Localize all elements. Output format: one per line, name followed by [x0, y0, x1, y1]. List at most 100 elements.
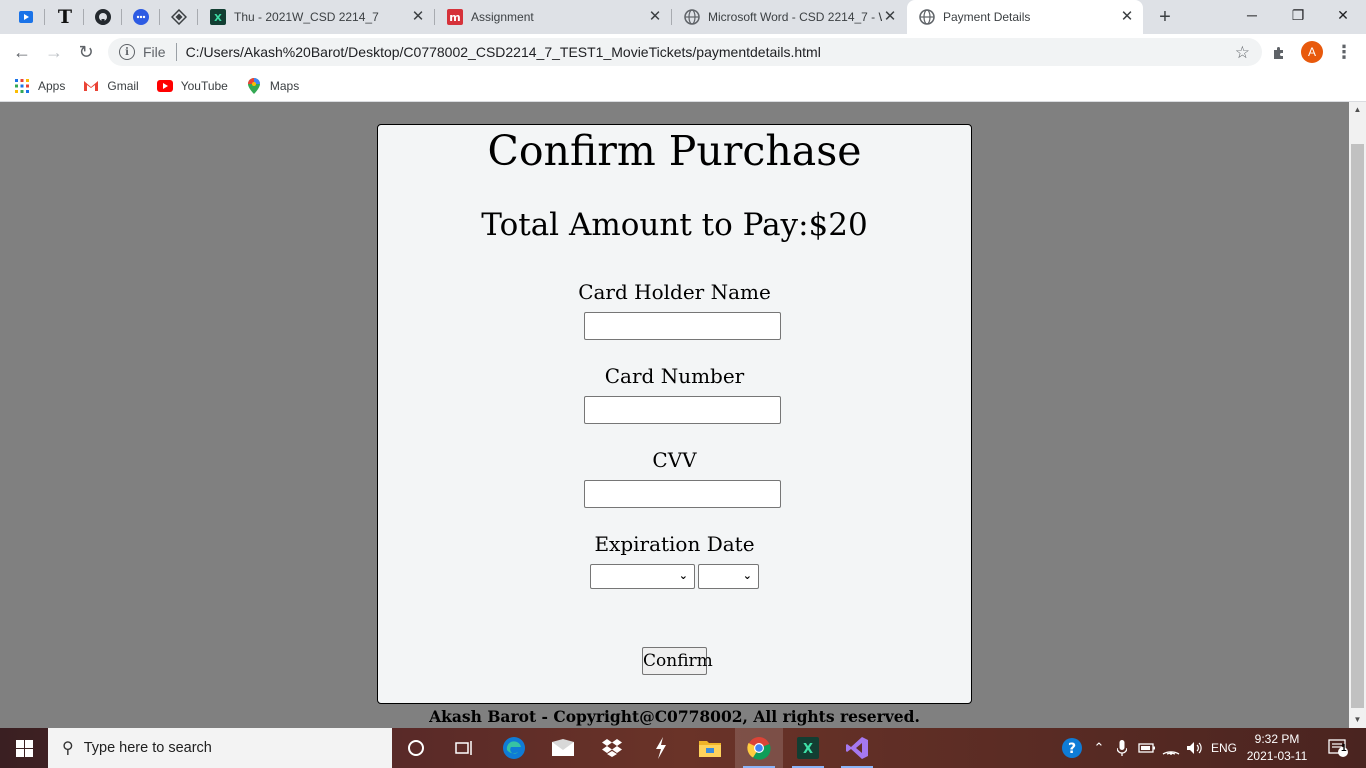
expiration-year-select[interactable]: ⌄ [698, 564, 759, 589]
tab-title: Payment Details [943, 10, 1031, 24]
close-tab-icon[interactable]: ✕ [647, 9, 663, 25]
bookmark-label: Maps [269, 78, 300, 93]
bookmark-apps[interactable]: Apps [14, 78, 65, 94]
video-icon [19, 11, 33, 23]
bookmark-star-icon[interactable]: ☆ [1235, 43, 1250, 63]
back-button[interactable]: ← [8, 38, 36, 66]
search-icon: ⚲ [62, 740, 74, 757]
diamond-logo-icon [171, 9, 187, 25]
info-icon[interactable]: i [119, 44, 135, 60]
scroll-down-arrow-icon[interactable]: ▼ [1349, 712, 1366, 728]
pinned-tab-typora[interactable]: T [51, 5, 79, 29]
taskbar-search-box[interactable]: ⚲ Type here to search [48, 728, 392, 768]
confirm-button[interactable]: Confirm [642, 647, 713, 675]
close-window-button[interactable]: ✕ [1320, 0, 1366, 30]
bookmark-maps[interactable]: Maps [246, 77, 300, 94]
t-logo-icon: T [57, 6, 73, 28]
tab-separator [121, 9, 122, 25]
omnibox-divider [175, 43, 177, 61]
mail-icon[interactable] [539, 728, 587, 768]
cvv-label: CVV [652, 448, 697, 472]
github-icon [95, 9, 111, 25]
close-tab-icon[interactable]: ✕ [410, 9, 426, 25]
task-view-icon[interactable] [440, 728, 488, 768]
chrome-menu-icon[interactable]: ⋮ [1334, 41, 1354, 63]
address-bar[interactable]: i File C:/Users/Akash%20Barot/Desktop/C0… [108, 38, 1262, 66]
svg-text:?: ? [1068, 741, 1076, 757]
new-tab-button[interactable]: + [1154, 6, 1176, 28]
bookmark-label: YouTube [180, 78, 228, 93]
close-tab-icon[interactable]: ✕ [1119, 9, 1135, 25]
help-icon[interactable]: ? [1058, 728, 1086, 768]
battery-icon[interactable] [1136, 728, 1158, 768]
tab-title: Assignment [471, 10, 534, 24]
bookmark-gmail[interactable]: Gmail [83, 78, 139, 94]
maximize-button[interactable]: ❐ [1275, 0, 1321, 30]
url-text[interactable]: C:/Users/Akash%20Barot/Desktop/C0778002_… [186, 44, 1262, 60]
reload-button[interactable]: ↻ [72, 38, 100, 66]
profile-avatar[interactable]: A [1301, 41, 1323, 63]
vertical-scrollbar[interactable]: ▲ ▼ [1349, 102, 1366, 728]
svg-text:X: X [803, 742, 813, 757]
tab-strip: T X Thu - 2021W_CSD 2214_7 ✕ m Assignmen… [0, 0, 1366, 34]
forward-button[interactable]: → [40, 38, 68, 66]
pinned-tab-diamond[interactable] [165, 5, 193, 29]
chevron-down-icon: ⌄ [678, 569, 688, 582]
page-title: Confirm Purchase [487, 127, 862, 175]
card-holder-name-input[interactable] [584, 312, 781, 340]
tab-assignment[interactable]: m Assignment ✕ [435, 0, 671, 34]
svg-text:m: m [449, 11, 460, 24]
visual-studio-icon[interactable] [833, 728, 881, 768]
chevron-down-icon: ⌄ [742, 569, 752, 582]
tab-microsoft-word[interactable]: Microsoft Word - CSD 2214_7 - W ✕ [672, 0, 906, 34]
extensions-puzzle-icon[interactable] [1268, 42, 1290, 64]
globe-icon [919, 9, 935, 25]
svg-text:X: X [214, 13, 222, 24]
file-explorer-icon[interactable] [686, 728, 734, 768]
wifi-icon[interactable] [1160, 728, 1182, 768]
language-indicator[interactable]: ENG [1208, 728, 1240, 768]
expiration-date-label: Expiration Date [594, 532, 755, 556]
moodle-icon: m [447, 9, 463, 25]
start-button[interactable] [0, 728, 48, 768]
show-hidden-icons-chevron-icon[interactable]: ⌃ [1090, 728, 1108, 768]
volume-icon[interactable] [1184, 728, 1206, 768]
page-footer: Akash Barot - Copyright@C0778002, All ri… [429, 707, 920, 726]
edge-browser-icon[interactable] [490, 728, 538, 768]
expiration-month-select[interactable]: ⌄ [590, 564, 695, 589]
bookmark-label: Apps [38, 78, 66, 93]
dropbox-icon[interactable] [588, 728, 636, 768]
scroll-up-arrow-icon[interactable]: ▲ [1349, 102, 1366, 118]
pinned-tab-video[interactable] [12, 5, 40, 29]
minimize-button[interactable]: ─ [1229, 0, 1275, 30]
notification-count-badge: 1 [1341, 743, 1347, 754]
maps-pin-icon [246, 77, 262, 94]
pinned-tab-chat[interactable] [127, 5, 155, 29]
apps-grid-icon [14, 78, 30, 94]
gmail-icon [83, 78, 99, 94]
bookmark-youtube[interactable]: YouTube [156, 78, 228, 94]
clock-date: 2021-03-11 [1246, 749, 1308, 763]
chrome-taskbar-icon[interactable] [735, 728, 783, 768]
notification-center-icon[interactable]: 1 [1318, 728, 1358, 768]
cortana-icon[interactable] [392, 728, 440, 768]
youtube-icon [156, 78, 173, 94]
tab-payment-details[interactable]: Payment Details ✕ [907, 0, 1143, 34]
close-tab-icon[interactable]: ✕ [882, 9, 898, 25]
cvv-input[interactable] [584, 480, 781, 508]
card-number-label: Card Number [604, 364, 745, 388]
microphone-icon[interactable] [1112, 728, 1132, 768]
lightning-app-icon[interactable] [637, 728, 685, 768]
browser-toolbar: ← → ↻ i File C:/Users/Akash%20Barot/Desk… [0, 34, 1366, 70]
pinned-tab-github[interactable] [89, 5, 117, 29]
bookmarks-bar: Apps Gmail YouTube Maps [0, 70, 1366, 102]
card-number-input[interactable] [584, 396, 781, 424]
teams-taskbar-icon[interactable]: X [784, 728, 832, 768]
tab-teams[interactable]: X Thu - 2021W_CSD 2214_7 ✕ [198, 0, 434, 34]
scrollbar-thumb[interactable] [1351, 144, 1364, 708]
tab-separator [83, 9, 84, 25]
system-clock[interactable]: 9:32 PM 2021-03-11 [1240, 731, 1314, 765]
tab-separator [159, 9, 160, 25]
teams-icon: X [210, 9, 226, 25]
clock-time: 9:32 PM [1254, 732, 1300, 746]
